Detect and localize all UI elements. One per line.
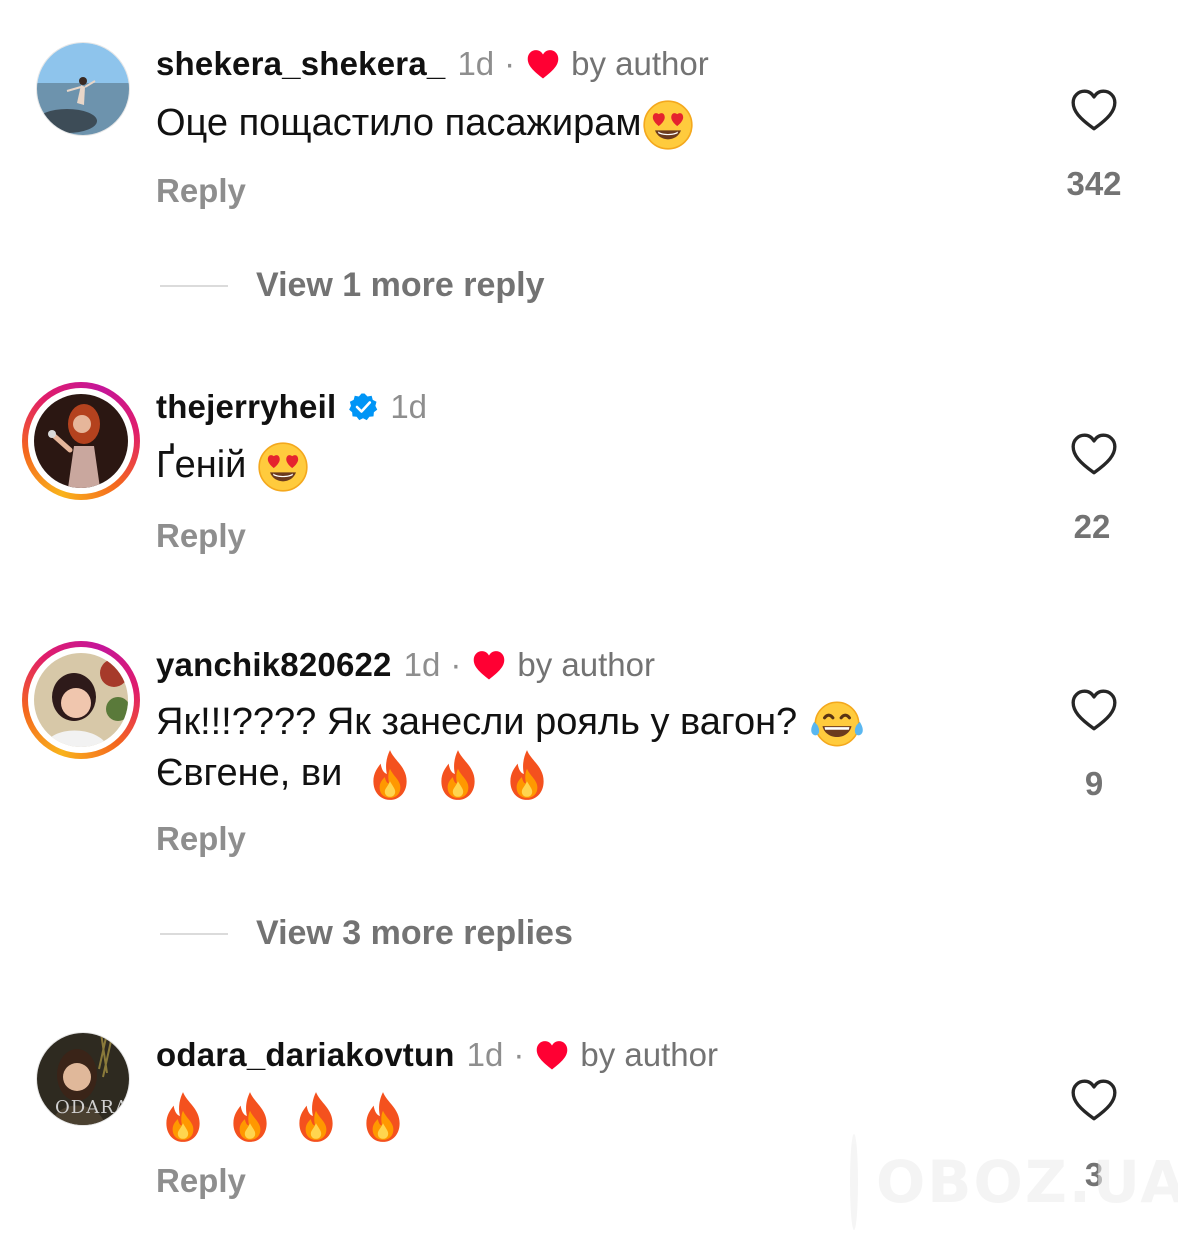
fire-emoji (367, 748, 413, 802)
reply-button[interactable]: Reply (156, 1162, 246, 1200)
avatar-image (37, 43, 129, 135)
comment-text-line: Як!!!???? Як занесли рояль у вагон? (156, 695, 866, 749)
comment-text-body: Оце пощастило пасажирам (156, 102, 642, 144)
comment-text (160, 1088, 406, 1144)
reply-button[interactable]: Reply (156, 172, 246, 210)
view-more-replies-label: View 3 more replies (256, 914, 573, 952)
tears-of-joy-emoji (808, 699, 866, 749)
story-ring-gap (28, 647, 134, 753)
fire-emoji (293, 1090, 339, 1144)
comment-time: 1d (457, 45, 495, 82)
heart-eyes-emoji (642, 99, 694, 151)
comment-text-body: Євгене, ви (156, 752, 343, 794)
reply-button[interactable]: Reply (156, 820, 246, 858)
watermark: OBOZ.UA (850, 1132, 1178, 1232)
like-count: 9 (1084, 765, 1104, 802)
heart-outline-icon[interactable] (1064, 686, 1124, 736)
fire-emoji (360, 1090, 406, 1144)
comment-text: Ґеній (156, 438, 309, 493)
fire-emoji (227, 1090, 273, 1144)
divider-line (160, 284, 228, 287)
divider-line (160, 932, 228, 935)
globe-icon (850, 1134, 858, 1230)
avatar-image (34, 394, 128, 488)
heart-outline-icon[interactable] (1064, 1076, 1124, 1126)
fire-emoji (435, 748, 481, 802)
liked-by-author-label: by author (580, 1036, 718, 1073)
avatar[interactable] (22, 641, 140, 759)
reply-button[interactable]: Reply (156, 517, 246, 555)
separator-dot: · (450, 646, 462, 683)
verified-badge-icon (349, 393, 378, 421)
view-more-replies-button[interactable]: View 1 more reply (160, 266, 545, 305)
like-count: 22 (1073, 508, 1111, 545)
comment-text-body: Ґеній (156, 444, 247, 486)
red-heart-icon (471, 649, 507, 681)
liked-by-author-label: by author (571, 45, 709, 82)
view-more-replies-button[interactable]: View 3 more replies (160, 914, 573, 953)
avatar[interactable] (36, 42, 130, 136)
username[interactable]: yanchik820622 (156, 645, 392, 685)
fire-emoji (160, 1090, 206, 1144)
username[interactable]: shekera_shekera_ (156, 44, 445, 84)
avatar-image: ODARA (37, 1033, 129, 1125)
fire-emoji (504, 748, 550, 802)
like-count: 342 (1066, 165, 1122, 202)
avatar[interactable] (22, 382, 140, 500)
avatar-image (34, 653, 128, 747)
comment-text-line: Євгене, ви (156, 746, 550, 802)
liked-by-author-label: by author (517, 646, 655, 683)
comment-time: 1d (466, 1036, 504, 1073)
username[interactable]: odara_dariakovtun (156, 1035, 455, 1075)
story-ring-gap (28, 388, 134, 494)
separator-dot: · (504, 45, 516, 82)
comment-time: 1d (403, 646, 441, 683)
comment-text-body: Як!!!???? Як занесли рояль у вагон? (156, 701, 798, 743)
heart-outline-icon[interactable] (1064, 86, 1124, 136)
view-more-replies-label: View 1 more reply (256, 266, 545, 304)
comment-time: 1d (390, 388, 428, 425)
username[interactable]: thejerryheil (156, 387, 336, 427)
red-heart-icon (534, 1039, 570, 1071)
comment-text: Оце пощастило пасажирам (156, 96, 694, 151)
heart-outline-icon[interactable] (1064, 430, 1124, 480)
heart-eyes-emoji (257, 441, 309, 493)
red-heart-icon (525, 48, 561, 80)
watermark-text: OBOZ.UA (876, 1148, 1178, 1216)
avatar[interactable]: ODARA (36, 1032, 130, 1126)
avatar-caption: ODARA (55, 1097, 129, 1118)
separator-dot: · (513, 1036, 525, 1073)
